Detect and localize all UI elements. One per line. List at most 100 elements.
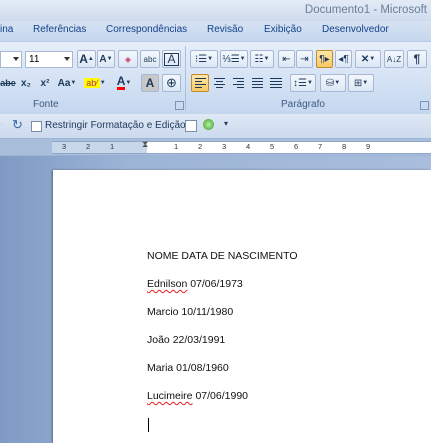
ruler-number: 4 bbox=[246, 142, 251, 151]
decrease-indent-icon: ⇤ bbox=[282, 53, 291, 65]
ribbon-tabs: ina Referências Correspondências Revisão… bbox=[0, 21, 431, 41]
clear-formatting-button[interactable]: ◈ bbox=[118, 50, 138, 68]
align-center-button[interactable] bbox=[210, 74, 228, 92]
highlighter-icon: ab⁄ bbox=[84, 78, 100, 88]
paint-bucket-icon: ⛁ bbox=[325, 77, 335, 89]
highlight-color-button[interactable]: ab⁄ ▼ bbox=[82, 74, 108, 92]
asian-layout-button[interactable]: ✕ ▼ bbox=[355, 50, 381, 68]
character-border-button[interactable]: A bbox=[162, 50, 181, 68]
group-separator bbox=[185, 46, 186, 110]
ruler-number: 1 bbox=[174, 142, 179, 151]
justify-button[interactable] bbox=[248, 74, 266, 92]
ruler-number: 1 bbox=[110, 142, 115, 151]
increase-indent-icon: ⇥ bbox=[300, 53, 309, 65]
tab-mailings[interactable]: Correspondências bbox=[106, 24, 187, 35]
decrease-indent-button[interactable]: ⇤ bbox=[278, 50, 295, 68]
character-spacing-button[interactable]: abc bbox=[140, 50, 160, 68]
align-left-button[interactable] bbox=[191, 74, 209, 92]
document-page[interactable] bbox=[53, 170, 431, 443]
rtl-direction-button[interactable]: ◂¶ bbox=[335, 50, 352, 68]
eraser-icon: ◈ bbox=[124, 54, 132, 64]
shading-button[interactable]: ⛁ ▼ bbox=[320, 74, 346, 92]
font-name-combo[interactable] bbox=[0, 51, 22, 68]
ruler-number: 5 bbox=[270, 142, 275, 151]
document-line[interactable]: NOME DATA DE NASCIMENTO bbox=[147, 250, 298, 262]
document-line[interactable]: Marcio 10/11/1980 bbox=[147, 306, 233, 318]
paragraph-group-label: Parágrafo bbox=[281, 99, 325, 110]
ruler-left-margin bbox=[52, 141, 147, 154]
line-spacing-button[interactable]: ↕☰ ▼ bbox=[290, 74, 316, 92]
sort-button[interactable]: A↓Z bbox=[384, 50, 404, 68]
redo-icon[interactable]: ◐ bbox=[0, 118, 3, 132]
page-icon[interactable] bbox=[185, 120, 197, 132]
line-date: 22/03/1991 bbox=[169, 334, 226, 346]
tab-page-layout[interactable]: ina bbox=[0, 24, 13, 35]
ruler-number: 8 bbox=[342, 142, 347, 151]
numbering-button[interactable]: ⅓☰ ▼ bbox=[220, 50, 248, 68]
tab-view[interactable]: Exibição bbox=[264, 24, 302, 35]
document-line[interactable]: Maria 01/08/1960 bbox=[147, 362, 229, 374]
customize-toolbar-icon[interactable]: ▾ bbox=[224, 119, 228, 128]
tab-references[interactable]: Referências bbox=[33, 24, 86, 35]
align-right-button[interactable] bbox=[229, 74, 247, 92]
enclose-circle-icon: ⊕ bbox=[166, 75, 177, 90]
ruler-number: 6 bbox=[294, 142, 299, 151]
font-color-button[interactable]: A ▼ bbox=[111, 74, 137, 92]
increase-indent-button[interactable]: ⇥ bbox=[296, 50, 313, 68]
bullets-button[interactable]: ⁝☰ ▼ bbox=[190, 50, 218, 68]
justify-icon bbox=[251, 78, 263, 88]
document-line[interactable]: Ednilson 07/06/1973 bbox=[147, 278, 243, 290]
indent-marker-icon[interactable]: ⧗ bbox=[142, 139, 148, 150]
numbered-list-icon: ⅓☰ bbox=[222, 53, 240, 65]
character-shading-button[interactable]: A bbox=[141, 74, 159, 92]
align-center-icon bbox=[213, 78, 225, 88]
document-line[interactable]: Lucimeire 07/06/1990 bbox=[147, 390, 248, 402]
subscript-button[interactable]: x₂ bbox=[17, 74, 35, 92]
ltr-direction-button[interactable]: ¶▸ bbox=[316, 50, 333, 68]
line-date: 01/08/1960 bbox=[173, 362, 229, 374]
font-group-label: Fonte bbox=[33, 99, 59, 110]
ltr-paragraph-icon: ¶▸ bbox=[319, 53, 330, 65]
change-case-button[interactable]: Aa ▼ bbox=[55, 74, 79, 92]
font-dialog-launcher[interactable] bbox=[175, 101, 184, 110]
line-date: 07/06/1990 bbox=[192, 390, 248, 402]
ruler-number: 2 bbox=[198, 142, 203, 151]
border-grid-icon: ⊞ bbox=[353, 77, 363, 89]
font-size-combo[interactable]: 11 bbox=[25, 51, 73, 68]
paragraph-dialog-launcher[interactable] bbox=[420, 101, 429, 110]
document-line[interactable]: João 22/03/1991 bbox=[147, 334, 225, 346]
line-name: Marcio bbox=[147, 306, 179, 318]
multilevel-list-button[interactable]: ☷ ▼ bbox=[250, 50, 274, 68]
text-cursor bbox=[148, 418, 149, 432]
line-date: DATA DE NASCIMENTO bbox=[178, 250, 298, 262]
enclose-characters-button[interactable]: ⊕ bbox=[162, 74, 181, 92]
show-hide-marks-button[interactable]: ¶ bbox=[407, 50, 427, 68]
line-name-misspelled: Ednilson bbox=[147, 278, 188, 290]
ruler-number: 3 bbox=[222, 142, 227, 151]
tab-review[interactable]: Revisão bbox=[207, 24, 243, 35]
font-size-value: 11 bbox=[29, 54, 40, 65]
rtl-paragraph-icon: ◂¶ bbox=[338, 53, 349, 65]
line-name: NOME bbox=[147, 250, 179, 262]
strikethrough-button[interactable]: abe bbox=[0, 74, 16, 92]
green-circle-icon[interactable] bbox=[203, 119, 214, 130]
superscript-button[interactable]: x² bbox=[36, 74, 54, 92]
line-name: Maria bbox=[147, 362, 174, 374]
bullet-list-icon: ⁝☰ bbox=[194, 53, 208, 65]
refresh-icon[interactable]: ↻ bbox=[12, 117, 23, 133]
ruler-number: 9 bbox=[366, 142, 371, 151]
restrict-formatting-label[interactable]: Restringir Formatação e Edição bbox=[45, 120, 186, 131]
shrink-font-button[interactable]: A ▼ bbox=[97, 50, 115, 68]
line-date: 07/06/1973 bbox=[187, 278, 243, 290]
distributed-button[interactable] bbox=[267, 74, 285, 92]
ruler-number: 7 bbox=[318, 142, 323, 151]
restrict-checkbox-icon[interactable] bbox=[31, 121, 42, 132]
align-left-icon bbox=[194, 78, 206, 88]
align-right-icon bbox=[232, 78, 244, 88]
borders-button[interactable]: ⊞ ▼ bbox=[348, 74, 374, 92]
tab-developer[interactable]: Desenvolvedor bbox=[322, 24, 389, 35]
window-title: Documento1 - Microsoft bbox=[304, 4, 427, 16]
grow-font-button[interactable]: A ▲ bbox=[77, 50, 96, 68]
ruler-number: 2 bbox=[86, 142, 91, 151]
line-name-misspelled: Lucimeire bbox=[147, 390, 193, 402]
